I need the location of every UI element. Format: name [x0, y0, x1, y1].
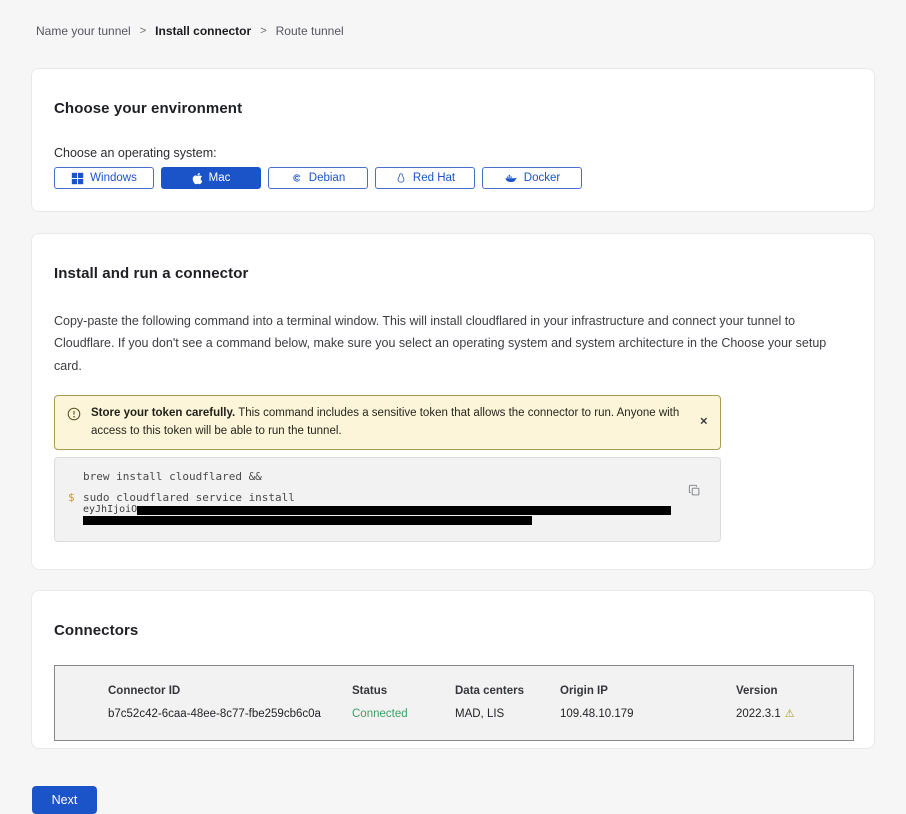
- choose-environment-card: Choose your environment Choose an operat…: [31, 68, 875, 212]
- copy-icon[interactable]: [688, 484, 701, 497]
- os-button-docker[interactable]: Docker: [482, 167, 582, 189]
- install-command-codeblock: brew install cloudflared && $ sudo cloud…: [54, 457, 721, 542]
- windows-logo-icon: [71, 172, 84, 185]
- col-data-centers: Data centers: [455, 685, 560, 697]
- next-button[interactable]: Next: [32, 786, 97, 814]
- code-line-2: $ sudo cloudflared service install: [68, 491, 674, 504]
- version-value: 2022.3.1 ⚠: [736, 708, 853, 720]
- apple-logo-icon: [192, 172, 203, 185]
- os-select-label: Choose an operating system:: [54, 146, 852, 160]
- debian-logo-icon: [291, 172, 303, 184]
- code-line-1: brew install cloudflared &&: [68, 470, 674, 483]
- token-prefix: eyJhIjoiO: [83, 505, 137, 515]
- install-connector-card: Install and run a connector Copy-paste t…: [31, 233, 875, 570]
- status-badge: Connected: [352, 708, 455, 720]
- data-centers-value: MAD, LIS: [455, 708, 560, 720]
- os-button-group: Windows Mac Debian: [54, 167, 852, 189]
- connectors-title: Connectors: [54, 622, 852, 639]
- os-button-label: Docker: [524, 172, 560, 184]
- os-button-label: Windows: [90, 172, 137, 184]
- table-row: b7c52c42-6caa-48ee-8c77-fbe259cb6c0a Con…: [108, 708, 853, 720]
- install-connector-title: Install and run a connector: [54, 265, 852, 282]
- os-button-debian[interactable]: Debian: [268, 167, 368, 189]
- page: Name your tunnel > Install connector > R…: [0, 24, 906, 814]
- breadcrumb-install-connector[interactable]: Install connector: [155, 24, 251, 38]
- os-button-redhat[interactable]: Red Hat: [375, 167, 475, 189]
- version-number: 2022.3.1: [736, 708, 781, 720]
- col-connector-id: Connector ID: [108, 685, 352, 697]
- close-icon[interactable]: ✕: [700, 417, 708, 428]
- circle-exclamation-icon: [67, 407, 81, 441]
- connector-id-value: b7c52c42-6caa-48ee-8c77-fbe259cb6c0a: [108, 708, 352, 720]
- breadcrumb-route-tunnel[interactable]: Route tunnel: [276, 24, 344, 38]
- redacted-token-bar: [83, 516, 532, 525]
- col-origin-ip: Origin IP: [560, 685, 736, 697]
- os-button-label: Debian: [309, 172, 345, 184]
- install-description: Copy-paste the following command into a …: [54, 310, 849, 377]
- os-button-label: Mac: [209, 172, 231, 184]
- warning-triangle-icon[interactable]: ⚠: [785, 709, 795, 720]
- os-button-windows[interactable]: Windows: [54, 167, 154, 189]
- breadcrumb-separator: >: [260, 25, 266, 37]
- breadcrumb-separator: >: [140, 25, 146, 37]
- shell-prompt: $: [68, 491, 83, 504]
- os-button-label: Red Hat: [413, 172, 455, 184]
- prompt-spacer: [68, 470, 83, 483]
- alert-title: Store your token carefully.: [91, 407, 235, 419]
- os-button-mac[interactable]: Mac: [161, 167, 261, 189]
- breadcrumb-name-your-tunnel[interactable]: Name your tunnel: [36, 24, 131, 38]
- table-header-row: Connector ID Status Data centers Origin …: [108, 685, 853, 697]
- redhat-logo-icon: [395, 172, 407, 184]
- col-version: Version: [736, 685, 853, 697]
- docker-logo-icon: [504, 171, 518, 185]
- origin-ip-value: 109.48.10.179: [560, 708, 736, 720]
- connectors-card: Connectors Connector ID Status Data cent…: [31, 590, 875, 749]
- connectors-table: Connector ID Status Data centers Origin …: [54, 665, 854, 741]
- col-status: Status: [352, 685, 455, 697]
- alert-text: Store your token carefully. This command…: [91, 404, 680, 441]
- breadcrumb: Name your tunnel > Install connector > R…: [36, 24, 875, 38]
- code-line-2-text: sudo cloudflared service install: [83, 491, 295, 504]
- token-line: eyJhIjoiO: [68, 505, 674, 515]
- redacted-token-bar: [137, 506, 671, 515]
- code-line-1-text: brew install cloudflared &&: [83, 470, 262, 483]
- token-warning-alert: Store your token carefully. This command…: [54, 395, 721, 450]
- token-line-2: [68, 515, 674, 528]
- choose-environment-title: Choose your environment: [54, 100, 852, 117]
